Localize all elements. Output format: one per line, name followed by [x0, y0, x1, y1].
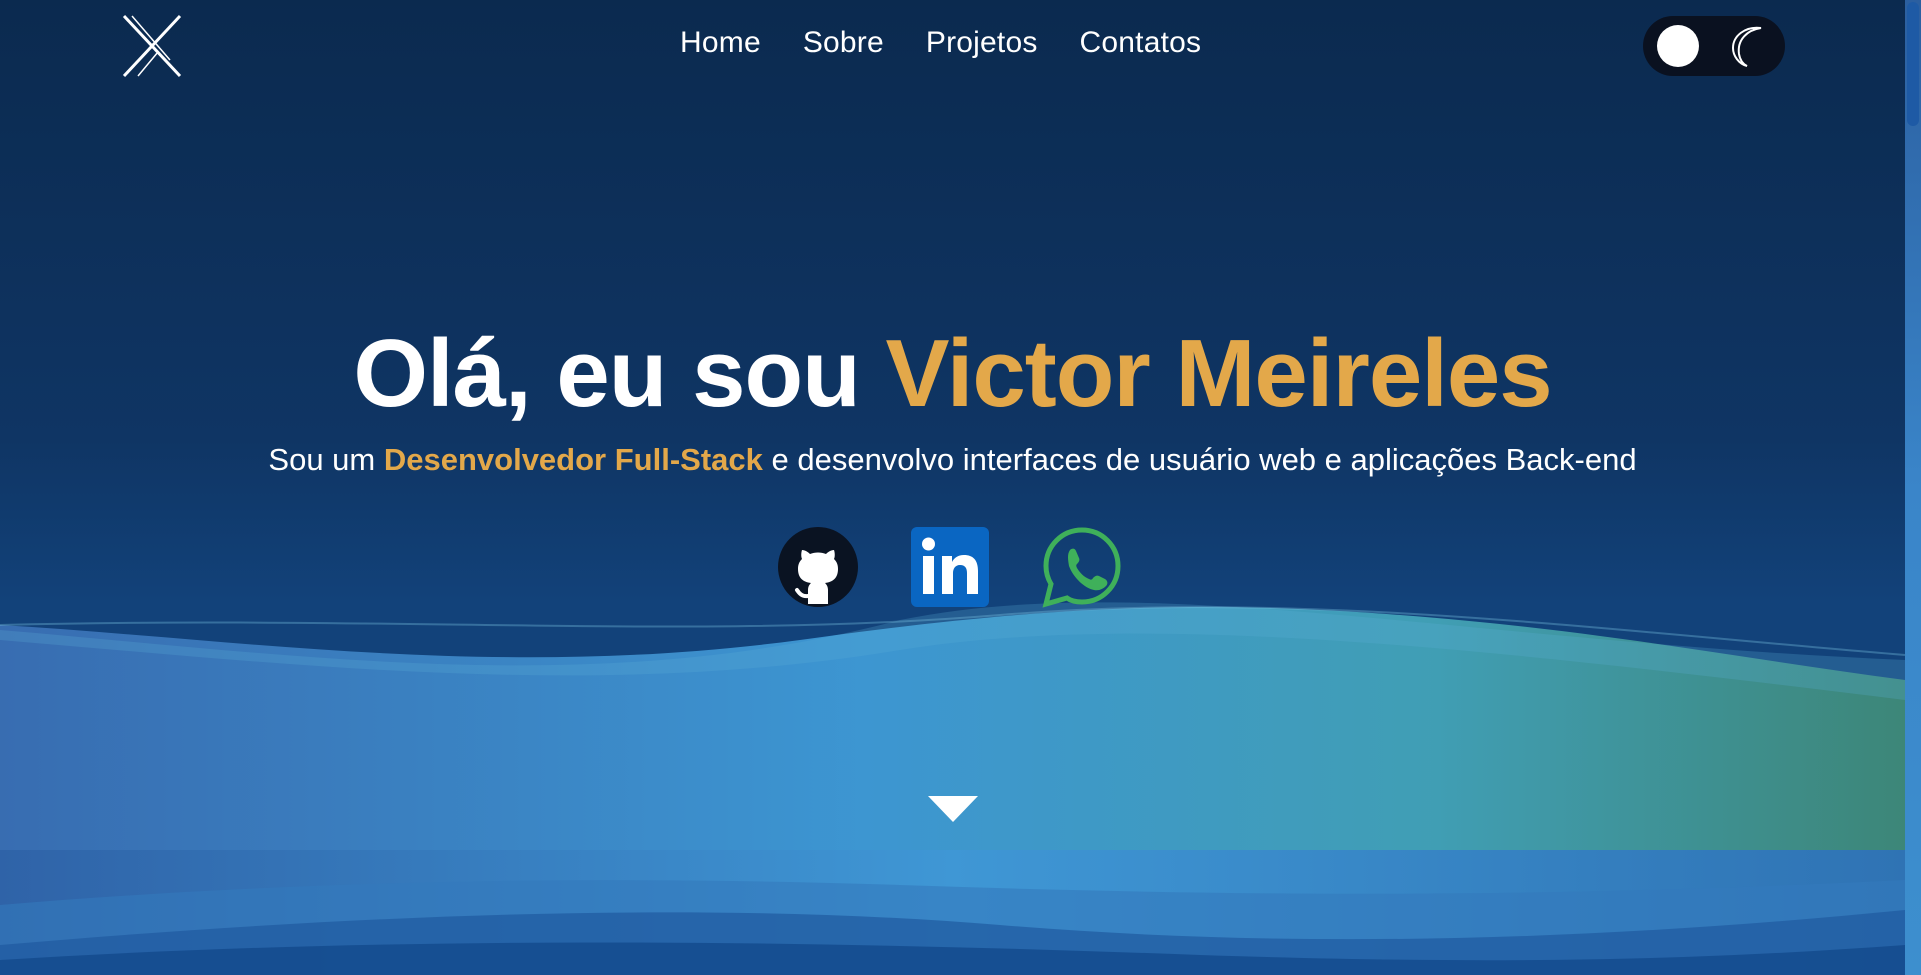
hero-title: Olá, eu sou Victor Meireles — [0, 326, 1905, 422]
main-nav: Home Sobre Projetos Contatos — [680, 26, 1201, 60]
vertical-scrollbar[interactable] — [1905, 0, 1921, 975]
page: Home Sobre Projetos Contatos Olá, eu sou… — [0, 0, 1921, 975]
theme-toggle[interactable] — [1643, 16, 1785, 76]
nav-contatos[interactable]: Contatos — [1080, 26, 1202, 60]
nav-sobre[interactable]: Sobre — [803, 26, 884, 60]
whatsapp-icon[interactable] — [1042, 526, 1122, 608]
github-icon[interactable] — [778, 526, 858, 608]
moon-icon — [1731, 26, 1762, 67]
hero-subtitle: Sou um Desenvolvedor Full-Stack e desenv… — [0, 442, 1905, 478]
hero-subtitle-suffix: e desenvolvo interfaces de usuário web e… — [762, 442, 1637, 477]
scroll-down-arrow-icon[interactable] — [928, 796, 978, 822]
hero-title-prefix: Olá, eu sou — [353, 320, 886, 427]
nav-home[interactable]: Home — [680, 26, 761, 60]
linkedin-icon[interactable] — [910, 526, 990, 608]
hero-subtitle-prefix: Sou um — [268, 442, 384, 477]
wave-background — [0, 602, 1905, 975]
social-links — [778, 526, 1122, 608]
hero-title-name: Victor Meireles — [885, 320, 1552, 427]
nav-projetos[interactable]: Projetos — [926, 26, 1038, 60]
x-logo-icon[interactable] — [118, 14, 186, 78]
sun-circle-icon — [1657, 25, 1699, 67]
hero-subtitle-role: Desenvolvedor Full-Stack — [383, 442, 763, 477]
scrollbar-thumb[interactable] — [1907, 2, 1919, 126]
